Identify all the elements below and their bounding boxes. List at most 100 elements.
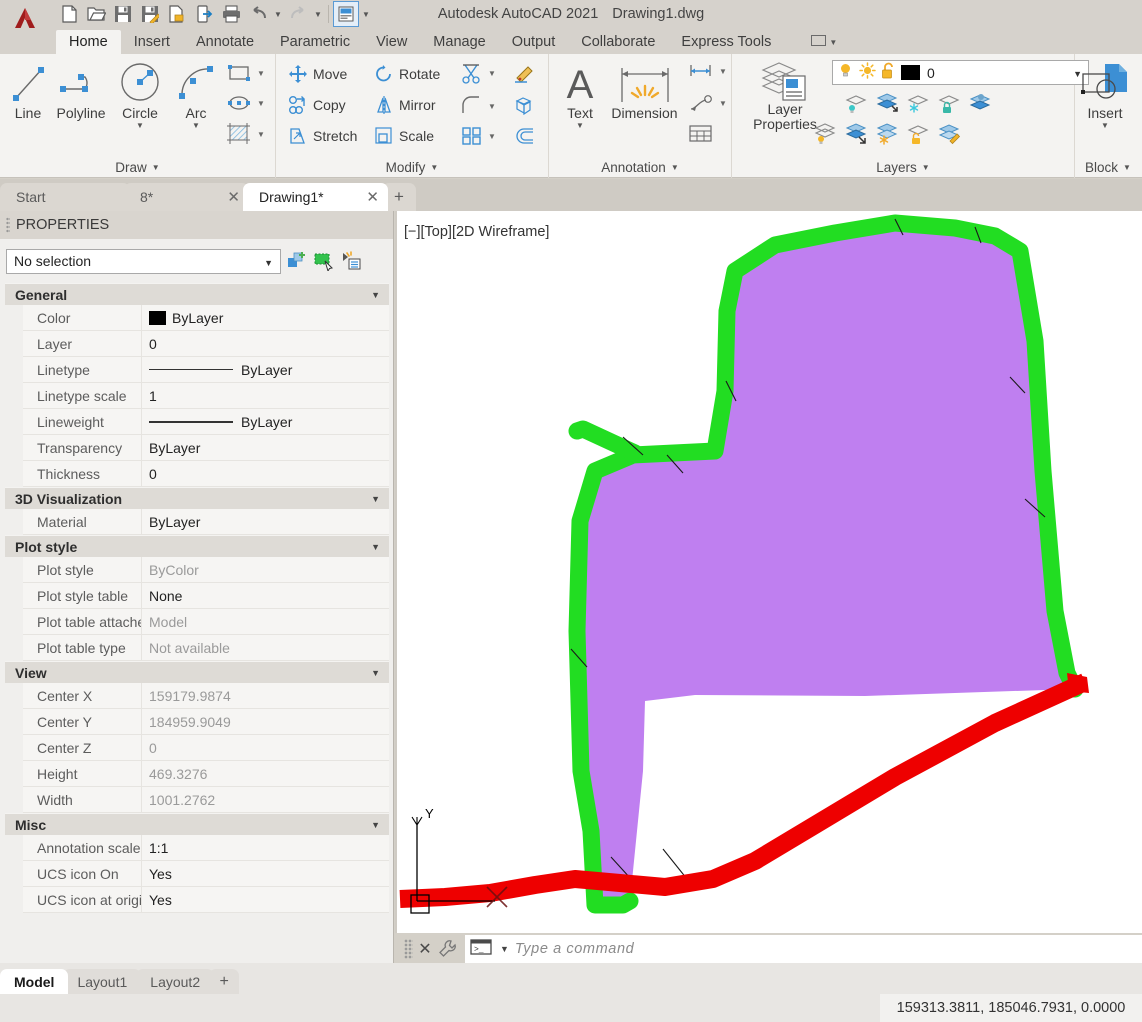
chevron-down-icon[interactable]: ▼ — [371, 290, 380, 300]
undo-icon[interactable] — [245, 1, 271, 27]
property-row[interactable]: Linetype scale 1 — [23, 382, 389, 409]
chevron-down-icon[interactable]: ▼ — [371, 542, 380, 552]
modify-array-button[interactable]: ▼ — [461, 126, 496, 146]
modify-scale-button[interactable]: Scale — [374, 126, 434, 146]
command-history-icon[interactable]: >_ — [470, 938, 494, 961]
plot-icon[interactable] — [218, 1, 244, 27]
saveas-icon[interactable] — [137, 1, 163, 27]
property-row[interactable]: Plot style ByColor — [23, 556, 389, 583]
chevron-down-icon[interactable]: ▼ — [500, 944, 509, 954]
draw-ellipse-button[interactable]: ▼ — [226, 93, 265, 113]
property-row[interactable]: Center X 159179.9874 — [23, 682, 389, 709]
selection-selector[interactable]: No selection ▼ — [6, 248, 281, 274]
modify-copy-button[interactable]: Copy — [288, 95, 346, 115]
layer-off-button[interactable] — [813, 123, 837, 145]
quick-select-button[interactable] — [286, 250, 308, 272]
property-row[interactable]: Layer 0 — [23, 330, 389, 357]
annotation-text-dropdown-icon[interactable]: ▼ — [576, 121, 584, 130]
file-tab-8[interactable]: 8* ✕ — [124, 183, 249, 211]
layer-thaw-all-button[interactable] — [875, 123, 899, 145]
select-objects-button[interactable] — [313, 250, 335, 272]
annotation-text-button[interactable]: A Text ▼ — [555, 60, 605, 130]
properties-scroll-area[interactable]: General ▼ Color ByLayer Layer 0 Linetype ByLaye… — [0, 283, 394, 963]
workspace-icon[interactable] — [333, 1, 359, 27]
layer-unisolate-button[interactable] — [875, 92, 899, 114]
leader-dropdown-icon[interactable]: ▼ — [719, 99, 727, 108]
property-value-cell[interactable]: Yes — [141, 886, 389, 913]
close-icon[interactable]: ✕ — [366, 188, 379, 206]
file-tab-drawing1[interactable]: Drawing1* ✕ — [243, 183, 388, 211]
property-row[interactable]: UCS icon On Yes — [23, 860, 389, 887]
panel-title-draw[interactable]: Draw ▼ — [0, 156, 275, 178]
ribbon-overflow-button[interactable]: ▼ — [798, 30, 850, 54]
linear-dimension-dropdown-icon[interactable]: ▼ — [719, 67, 727, 76]
layer-color-swatch[interactable] — [901, 65, 920, 80]
property-value-cell[interactable]: ByLayer — [141, 304, 389, 331]
ribbon-tab-view[interactable]: View — [363, 30, 420, 54]
draw-rectangle-button[interactable]: ▼ — [226, 63, 265, 83]
property-value-cell[interactable]: Yes — [141, 860, 389, 887]
property-value-cell[interactable]: ByLayer — [141, 408, 389, 435]
chevron-down-icon[interactable]: ▼ — [371, 494, 380, 504]
property-row[interactable]: Annotation scale 1:1 — [23, 834, 389, 861]
insert-block-button[interactable]: Insert ▼ — [1077, 62, 1133, 130]
property-row[interactable]: UCS icon at origin Yes — [23, 886, 389, 913]
property-group-header[interactable]: 3D Visualization ▼ — [5, 487, 389, 509]
ribbon-tab-output[interactable]: Output — [499, 30, 569, 54]
property-value-cell[interactable]: 184959.9049 — [141, 708, 389, 735]
property-row[interactable]: Thickness 0 — [23, 460, 389, 487]
property-group-header[interactable]: View ▼ — [5, 661, 389, 683]
layer-merge-button[interactable] — [968, 92, 992, 114]
ribbon-tab-manage[interactable]: Manage — [420, 30, 498, 54]
layer-selector[interactable]: 0 ▼ — [832, 60, 1089, 85]
property-row[interactable]: Linetype ByLayer — [23, 356, 389, 383]
property-row[interactable]: Plot style table None — [23, 582, 389, 609]
draw-arc-dropdown-icon[interactable]: ▼ — [192, 121, 200, 130]
modify-stretch-button[interactable]: Stretch — [288, 126, 357, 146]
property-row[interactable]: Plot table type Not available — [23, 634, 389, 661]
property-value-cell[interactable]: 469.3276 — [141, 760, 389, 787]
panel-title-modify[interactable]: Modify ▼ — [276, 156, 548, 178]
lightbulb-on-icon[interactable] — [837, 62, 854, 84]
new-icon[interactable] — [56, 1, 82, 27]
ellipse-dropdown-icon[interactable]: ▼ — [257, 99, 265, 108]
close-icon[interactable]: ✕ — [227, 188, 240, 206]
annotation-leader-button[interactable]: ▼ — [688, 94, 727, 112]
modify-offset-button[interactable] — [513, 126, 535, 146]
annotation-linear-dimension-button[interactable]: ▼ — [688, 63, 727, 79]
command-input[interactable]: >_ ▼ Type a command — [465, 935, 1142, 963]
draw-circle-button[interactable]: Circle ▼ — [114, 60, 166, 130]
unlock-icon[interactable] — [881, 62, 896, 84]
save-icon[interactable] — [110, 1, 136, 27]
undo-dropdown-icon[interactable]: ▼ — [272, 1, 284, 27]
close-icon[interactable]: ✕ — [415, 939, 435, 959]
palette-grip[interactable] — [6, 217, 10, 233]
ribbon-tab-express-tools[interactable]: Express Tools — [668, 30, 784, 54]
redo-icon[interactable] — [285, 1, 311, 27]
open-from-web-icon[interactable] — [191, 1, 217, 27]
property-value-cell[interactable]: Model — [141, 608, 389, 635]
layer-freeze-button[interactable] — [906, 92, 930, 114]
qat-overflow-icon[interactable]: ▼ — [360, 1, 372, 27]
drawing-canvas[interactable]: [−][Top][2D Wireframe] Y — [395, 211, 1142, 933]
property-value-cell[interactable]: ByColor — [141, 556, 389, 583]
property-value-cell[interactable]: Not available — [141, 634, 389, 661]
ribbon-tab-annotate[interactable]: Annotate — [183, 30, 267, 54]
layout-tab-layout1[interactable]: Layout1 — [63, 969, 142, 994]
property-row[interactable]: Center Y 184959.9049 — [23, 708, 389, 735]
property-value-cell[interactable]: None — [141, 582, 389, 609]
panel-title-block[interactable]: Block ▼ — [1075, 156, 1141, 178]
save-to-web-icon[interactable] — [164, 1, 190, 27]
modify-trim-button[interactable]: ▼ — [461, 62, 496, 84]
annotation-table-button[interactable] — [688, 124, 714, 144]
property-row[interactable]: Lineweight ByLayer — [23, 408, 389, 435]
modify-move-button[interactable]: Move — [288, 64, 347, 84]
property-value-cell[interactable]: ByLayer — [141, 434, 389, 461]
property-value-cell[interactable]: ByLayer — [141, 508, 389, 535]
trim-dropdown-icon[interactable]: ▼ — [488, 69, 496, 78]
property-value-cell[interactable]: 159179.9874 — [141, 682, 389, 709]
customize-icon[interactable] — [435, 939, 461, 959]
property-row[interactable]: Height 469.3276 — [23, 760, 389, 787]
draw-polyline-button[interactable]: Polyline — [50, 62, 112, 121]
hatch-dropdown-icon[interactable]: ▼ — [257, 130, 265, 139]
